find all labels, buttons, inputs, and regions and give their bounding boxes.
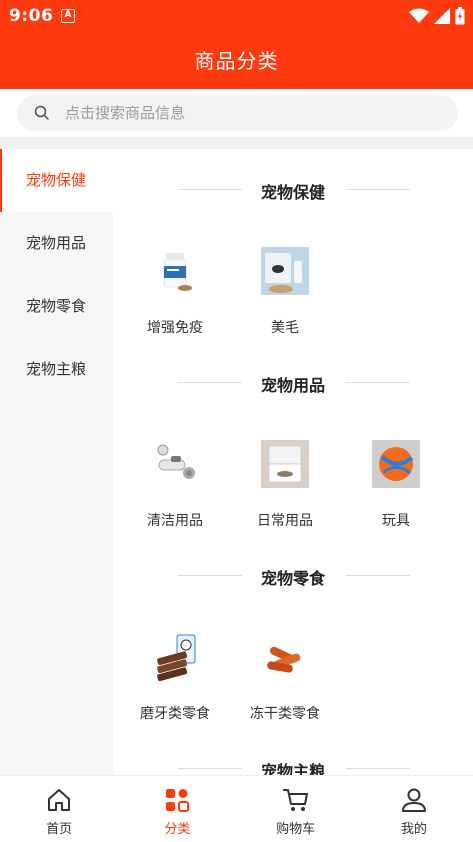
supplement-jar-icon (151, 247, 199, 295)
category-sidebar: 宠物保健 宠物用品 宠物零食 宠物主粮 (0, 149, 113, 775)
sidebar-item-pet-food[interactable]: 宠物主粮 (0, 338, 113, 401)
divider (346, 768, 410, 769)
bottom-tab-bar: 首页 分类 购物车 我的 (0, 775, 473, 842)
section-pet-supplies: 宠物用品 清洁用品 日常用品 玩具 (113, 342, 473, 535)
category-grid: 磨牙类零食 冻干类零食 (113, 615, 473, 728)
search-icon (34, 105, 49, 120)
divider (0, 137, 473, 149)
category-item-immunity[interactable]: 增强免疫 (125, 247, 225, 337)
profile-icon (401, 788, 426, 812)
status-bar: 9:06 A (0, 0, 473, 32)
section-header: 宠物主粮 (113, 728, 473, 775)
category-item-coat-care[interactable]: 美毛 (235, 247, 335, 337)
section-title: 宠物用品 (260, 376, 325, 395)
category-label: 增强免疫 (147, 320, 203, 336)
category-item-freeze-dried-snacks[interactable]: 冻干类零食 (235, 633, 335, 723)
category-item-cleaning[interactable]: 清洁用品 (125, 440, 225, 530)
tab-label: 分类 (164, 822, 191, 837)
battery-icon (455, 7, 465, 25)
divider (346, 189, 410, 190)
category-content: 宠物保健 增强免疫 美毛 宠物用品 清洁用品 日常用品 玩具 宠物零食 磨牙类零… (113, 149, 473, 775)
category-label: 清洁用品 (147, 513, 203, 529)
tab-label: 首页 (46, 822, 73, 837)
category-label: 美毛 (271, 320, 299, 336)
notification-icon: A (61, 9, 75, 23)
section-pet-food: 宠物主粮 (113, 728, 473, 775)
search-input[interactable] (65, 95, 445, 131)
category-item-chew-snacks[interactable]: 磨牙类零食 (125, 633, 225, 723)
tab-label: 我的 (400, 822, 427, 837)
category-label: 玩具 (382, 513, 410, 529)
section-pet-snacks: 宠物零食 磨牙类零食 冻干类零食 (113, 535, 473, 728)
chew-snack-icon (151, 633, 199, 682)
section-header: 宠物保健 (113, 149, 473, 229)
section-title: 宠物零食 (260, 569, 325, 588)
category-icon (166, 789, 190, 812)
tab-profile[interactable]: 我的 (355, 776, 473, 842)
section-pet-health: 宠物保健 增强免疫 美毛 (113, 149, 473, 342)
category-grid: 清洁用品 日常用品 玩具 (113, 422, 473, 535)
sidebar-item-pet-health[interactable]: 宠物保健 (0, 149, 113, 212)
search-bar[interactable] (17, 95, 458, 131)
tab-category[interactable]: 分类 (118, 776, 236, 842)
home-icon (48, 789, 71, 811)
category-label: 磨牙类零食 (140, 706, 210, 722)
freeze-dried-snack-icon (261, 633, 309, 681)
status-time: 9:06 (9, 6, 54, 26)
divider (346, 382, 410, 383)
signal-icon (434, 8, 450, 24)
section-header: 宠物用品 (113, 342, 473, 422)
category-grid: 增强免疫 美毛 (113, 229, 473, 342)
ball-toy-icon (372, 440, 420, 488)
section-title: 宠物主粮 (260, 762, 325, 775)
wifi-icon (409, 8, 429, 23)
category-label: 冻干类零食 (250, 706, 320, 722)
tab-cart[interactable]: 购物车 (237, 776, 355, 842)
divider (346, 575, 410, 576)
system-icons (409, 6, 465, 26)
section-header: 宠物零食 (113, 535, 473, 615)
category-item-daily-use[interactable]: 日常用品 (235, 440, 335, 530)
coat-care-product-icon (261, 247, 309, 295)
category-item-toys[interactable]: 玩具 (346, 440, 446, 530)
category-label: 日常用品 (257, 513, 313, 529)
sidebar-item-pet-supplies[interactable]: 宠物用品 (0, 212, 113, 275)
section-title: 宠物保健 (260, 183, 325, 202)
tab-home[interactable]: 首页 (0, 776, 118, 842)
cart-icon (282, 789, 308, 811)
pet-feeder-icon (261, 440, 309, 488)
sidebar-item-pet-snacks[interactable]: 宠物零食 (0, 275, 113, 338)
page-title: 商品分类 (194, 49, 279, 73)
header-bar: 9:06 A 商品分类 (0, 0, 473, 89)
tab-label: 购物车 (276, 822, 316, 837)
grooming-brush-icon (151, 440, 199, 488)
